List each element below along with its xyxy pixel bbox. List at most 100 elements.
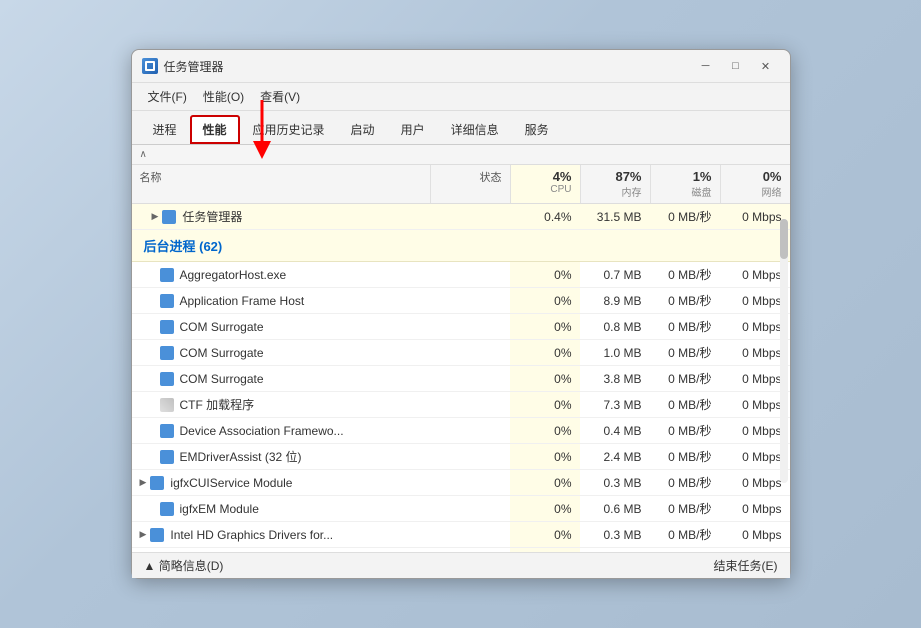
cpu-cell: 0% bbox=[510, 496, 580, 521]
col-status[interactable]: 状态 bbox=[430, 165, 510, 203]
mem-cell: 31.5 MB bbox=[580, 204, 650, 229]
menu-performance[interactable]: 性能(O) bbox=[195, 85, 252, 108]
table-row[interactable]: CTF 加载程序 0% 7.3 MB 0 MB/秒 0 Mbps bbox=[132, 392, 790, 418]
mem-cell: 0.8 MB bbox=[580, 314, 650, 339]
process-icon bbox=[160, 398, 174, 412]
table-row[interactable]: COM Surrogate 0% 0.8 MB 0 MB/秒 0 Mbps bbox=[132, 314, 790, 340]
status-cell bbox=[430, 522, 510, 547]
tab-history[interactable]: 应用历史记录 bbox=[240, 115, 338, 144]
process-name: Intel HD Graphics Drivers for... bbox=[170, 528, 333, 542]
table-header: 名称 状态 4% CPU 87% 内存 1% 磁盘 bbox=[132, 165, 790, 204]
process-icon bbox=[160, 450, 174, 464]
menu-bar: 文件(F) 性能(O) 查看(V) bbox=[132, 83, 790, 111]
expand-icon[interactable]: ▶ bbox=[152, 211, 159, 222]
app-icon bbox=[142, 58, 158, 74]
col-mem[interactable]: 87% 内存 bbox=[580, 165, 650, 203]
tab-details[interactable]: 详细信息 bbox=[438, 115, 512, 144]
tab-bar: 进程 性能 应用历史记录 启动 用户 详细信息 服务 bbox=[132, 111, 790, 145]
mem-label: 内存 bbox=[589, 184, 642, 199]
mem-cell: 0.6 MB bbox=[580, 496, 650, 521]
tab-startup[interactable]: 启动 bbox=[338, 115, 388, 144]
col-disk[interactable]: 1% 磁盘 bbox=[650, 165, 720, 203]
process-name: Application Frame Host bbox=[180, 294, 305, 308]
tab-performance[interactable]: 性能 bbox=[190, 115, 240, 144]
table-row[interactable]: ▶ 任务管理器 0.4% 31.5 MB 0 MB/秒 0 Mbps bbox=[132, 204, 790, 230]
process-name: AggregatorHost.exe bbox=[180, 268, 287, 282]
col-net[interactable]: 0% 网络 bbox=[720, 165, 790, 203]
table-row[interactable]: ▶ Intel HD Graphics Drivers for... 0% 0.… bbox=[132, 522, 790, 548]
table-row[interactable]: COM Surrogate 0% 3.8 MB 0 MB/秒 0 Mbps bbox=[132, 366, 790, 392]
process-name-cell: COM Surrogate bbox=[132, 366, 430, 391]
process-icon bbox=[160, 294, 174, 308]
window-title: 任务管理器 bbox=[164, 58, 224, 75]
tab-processes[interactable]: 进程 bbox=[140, 115, 190, 144]
disk-cell: 0 MB/秒 bbox=[650, 392, 720, 417]
sort-arrow[interactable]: ∧ bbox=[140, 149, 147, 160]
cpu-cell: 0% bbox=[510, 522, 580, 547]
table-row[interactable]: ▶ igfxCUIService Module 0% 0.3 MB 0 MB/秒… bbox=[132, 470, 790, 496]
disk-cell: 0 MB/秒 bbox=[650, 496, 720, 521]
cpu-pct: 4% bbox=[519, 169, 572, 184]
table-row[interactable]: COM Surrogate 0% 1.0 MB 0 MB/秒 0 Mbps bbox=[132, 340, 790, 366]
disk-cell: 0 MB/秒 bbox=[650, 340, 720, 365]
disk-label: 磁盘 bbox=[659, 184, 712, 199]
minimize-button[interactable]: ─ bbox=[692, 56, 720, 76]
disk-cell: 0 MB/秒 bbox=[650, 470, 720, 495]
menu-file[interactable]: 文件(F) bbox=[140, 85, 195, 108]
cpu-cell: 0% bbox=[510, 366, 580, 391]
table-row[interactable]: Device Association Framewo... 0% 0.4 MB … bbox=[132, 418, 790, 444]
tab-users[interactable]: 用户 bbox=[388, 115, 438, 144]
process-name-cell: ▶ igfxCUIService Module bbox=[132, 470, 430, 495]
mem-cell: 7.3 MB bbox=[580, 392, 650, 417]
expand-icon[interactable]: ▶ bbox=[140, 477, 147, 488]
process-name-cell: COM Surrogate bbox=[132, 314, 430, 339]
scrollbar-track[interactable] bbox=[780, 219, 788, 483]
process-name-cell: Application Frame Host bbox=[132, 288, 430, 313]
process-name: EMDriverAssist (32 位) bbox=[180, 448, 302, 465]
mem-cell: 0.3 MB bbox=[580, 522, 650, 547]
table-row[interactable]: AggregatorHost.exe 0% 0.7 MB 0 MB/秒 0 Mb… bbox=[132, 262, 790, 288]
title-bar: 任务管理器 ─ □ ✕ bbox=[132, 50, 790, 83]
cpu-cell: 0% bbox=[510, 444, 580, 469]
disk-cell: 0 MB/秒 bbox=[650, 288, 720, 313]
process-icon bbox=[162, 210, 176, 224]
expand-icon[interactable]: ▶ bbox=[140, 529, 147, 540]
close-button[interactable]: ✕ bbox=[752, 56, 780, 76]
mem-cell: 0.7 MB bbox=[580, 262, 650, 287]
process-name: COM Surrogate bbox=[180, 346, 264, 360]
table-row[interactable]: Application Frame Host 0% 8.9 MB 0 MB/秒 … bbox=[132, 288, 790, 314]
cpu-cell: 0% bbox=[510, 418, 580, 443]
net-label: 网络 bbox=[729, 184, 782, 199]
process-name: 任务管理器 bbox=[182, 208, 242, 225]
status-cell bbox=[430, 366, 510, 391]
end-task-button[interactable]: 结束任务(E) bbox=[714, 557, 778, 574]
process-name-cell: AggregatorHost.exe bbox=[132, 262, 430, 287]
table-row[interactable]: EMDriverAssist (32 位) 0% 2.4 MB 0 MB/秒 0… bbox=[132, 444, 790, 470]
maximize-button[interactable]: □ bbox=[722, 56, 750, 76]
table-row[interactable]: igfxEM Module 0% 0.6 MB 0 MB/秒 0 Mbps bbox=[132, 496, 790, 522]
status-cell bbox=[430, 444, 510, 469]
process-name-cell: ▶ 任务管理器 bbox=[132, 204, 430, 229]
title-bar-left: 任务管理器 bbox=[142, 58, 224, 75]
process-name: Device Association Framewo... bbox=[180, 424, 344, 438]
col-cpu[interactable]: 4% CPU bbox=[510, 165, 580, 203]
menu-view[interactable]: 查看(V) bbox=[252, 85, 308, 108]
tab-services[interactable]: 服务 bbox=[512, 115, 562, 144]
process-icon bbox=[150, 528, 164, 542]
bottom-bar: ▲ 简略信息(D) 结束任务(E) bbox=[132, 552, 790, 578]
summary-link[interactable]: ▲ 简略信息(D) bbox=[144, 557, 224, 574]
disk-cell: 0 MB/秒 bbox=[650, 262, 720, 287]
mem-cell: 3.8 MB bbox=[580, 366, 650, 391]
process-name: COM Surrogate bbox=[180, 320, 264, 334]
col-name[interactable]: 名称 bbox=[132, 165, 430, 203]
process-name: igfxCUIService Module bbox=[170, 476, 292, 490]
process-name: igfxEM Module bbox=[180, 502, 259, 516]
sort-bar: ∧ bbox=[132, 145, 790, 165]
process-name-cell: EMDriverAssist (32 位) bbox=[132, 444, 430, 469]
cpu-cell: 0.4% bbox=[510, 204, 580, 229]
disk-cell: 0 MB/秒 bbox=[650, 444, 720, 469]
process-name: COM Surrogate bbox=[180, 372, 264, 386]
cpu-label: CPU bbox=[519, 184, 572, 195]
scrollbar-thumb[interactable] bbox=[780, 219, 788, 259]
status-cell bbox=[430, 288, 510, 313]
